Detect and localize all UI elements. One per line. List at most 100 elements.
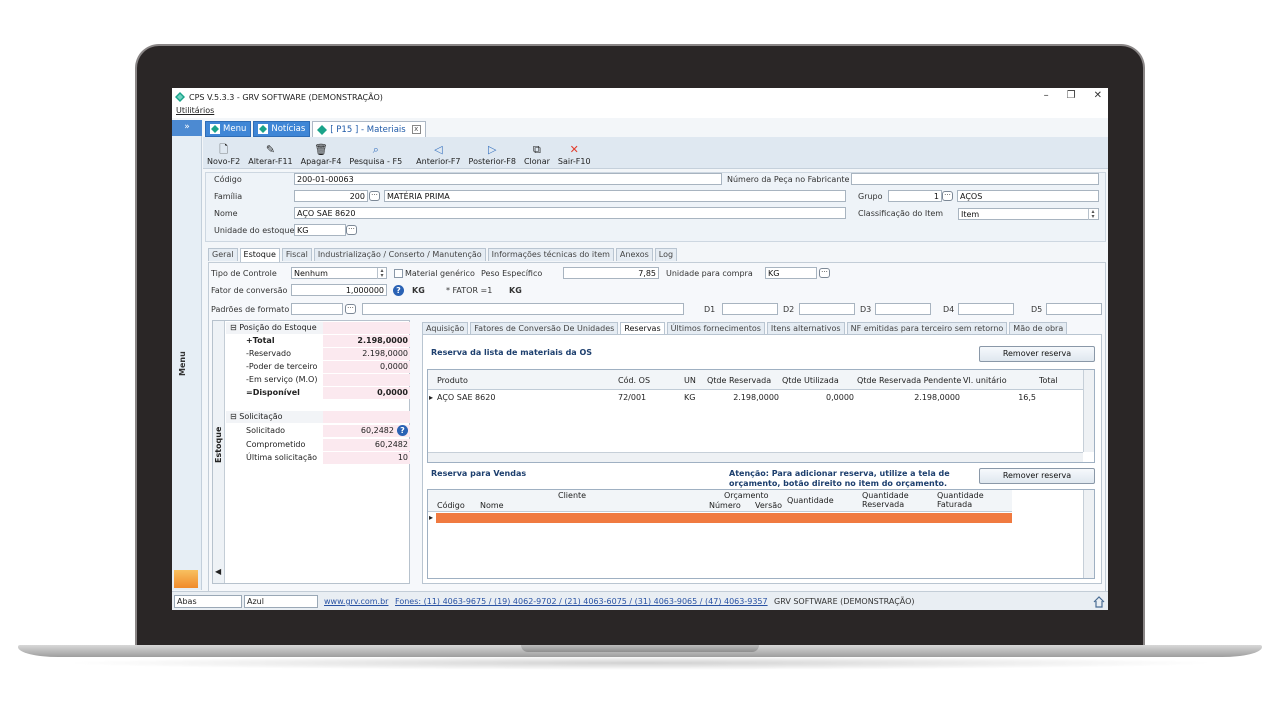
unidade-estoque-field[interactable]: KG — [294, 224, 346, 236]
tab-geral[interactable]: Geral — [208, 248, 238, 261]
classificacao-value: Item — [961, 210, 980, 219]
col-un[interactable]: UN — [684, 376, 696, 385]
col-qtde-pendente[interactable]: Qtde Reservada Pendente — [857, 376, 961, 385]
tab-fiscal[interactable]: Fiscal — [281, 248, 312, 261]
grupo-code-field[interactable]: 1 — [888, 190, 942, 202]
tab-noticias[interactable]: Notícias — [253, 121, 311, 137]
col-qtd-faturada-1[interactable]: Quantidade — [937, 491, 984, 500]
home-icon[interactable] — [1093, 596, 1105, 608]
tab-anexos[interactable]: Anexos — [615, 248, 653, 261]
col-orcamento[interactable]: Orçamento — [724, 491, 769, 500]
menu-utilitarios[interactable]: Utilitários — [176, 106, 214, 115]
padroes-lookup-button[interactable]: ··· — [345, 304, 356, 314]
col-quantidade[interactable]: Quantidade — [787, 496, 834, 505]
classificacao-spin-icon[interactable]: ▴ ▾ — [1088, 209, 1097, 220]
col-cliente[interactable]: Cliente — [558, 491, 586, 500]
tab-industrializacao[interactable]: Industrialização / Conserto / Manutenção — [313, 248, 486, 261]
tab-estoque[interactable]: Estoque — [239, 248, 280, 262]
site-link[interactable]: www.grv.com.br — [324, 597, 388, 606]
edit-button[interactable]: ✎ Alterar-F11 — [248, 143, 292, 166]
tab-menu[interactable]: Menu — [205, 121, 252, 137]
unidade-compra-field[interactable]: KG — [765, 267, 817, 279]
unidade-lookup-button[interactable]: ··· — [346, 225, 357, 235]
tab-itens-alternativos[interactable]: Itens alternativos — [766, 322, 845, 334]
clone-button[interactable]: ⧉ Clonar — [524, 143, 550, 166]
tema-select[interactable]: Azul — [244, 595, 318, 608]
d1-field[interactable] — [722, 303, 778, 315]
material-generico-label: Material genérico — [405, 269, 475, 278]
col-qtde-utilizada[interactable]: Qtde Utilizada — [782, 376, 839, 385]
col-qtd-reservada-1[interactable]: Quantidade — [862, 491, 909, 500]
help-icon[interactable]: ? — [397, 425, 408, 436]
side-menu-label[interactable]: Menu — [178, 351, 187, 376]
table-row[interactable]: ▸ AÇO SAE 8620 72/001 KG 2.198,0000 0,00… — [428, 392, 1083, 404]
exit-button[interactable]: ✕ Sair-F10 — [558, 143, 591, 166]
col-total[interactable]: Total — [1039, 376, 1058, 385]
close-window-button[interactable]: ✕ — [1094, 90, 1102, 101]
col-vl-unitario[interactable]: Vl. unitário — [963, 376, 1007, 385]
solicitacao-header[interactable]: ⊟ Solicitação — [226, 411, 410, 423]
unidade-compra-lookup-button[interactable]: ··· — [819, 268, 830, 278]
new-button[interactable]: 🗋 Novo-F2 — [207, 143, 240, 166]
remover-reserva-os-button[interactable]: Remover reserva — [979, 346, 1095, 362]
d3-field[interactable] — [875, 303, 931, 315]
tipo-controle-spin-icon[interactable]: ▴ ▾ — [377, 268, 386, 279]
tab-materiais[interactable]: [ P15 ] - Materiais x — [312, 121, 426, 137]
d4-field[interactable] — [958, 303, 1014, 315]
codigo-field[interactable]: 200-01-00063 — [294, 173, 722, 185]
tab-log[interactable]: Log — [654, 248, 678, 261]
help-icon[interactable]: ? — [393, 285, 404, 296]
grid-vertical-scrollbar[interactable] — [1083, 490, 1094, 578]
fator-conversao-field[interactable]: 1,000000 — [291, 284, 387, 296]
col-qtd-reservada-2[interactable]: Reservada — [862, 500, 904, 509]
next-button[interactable]: ▷ Posterior-F8 — [469, 143, 516, 166]
d2-field[interactable] — [799, 303, 855, 315]
col-cod-os[interactable]: Cód. OS — [618, 376, 650, 385]
col-qtd-faturada-2[interactable]: Faturada — [937, 500, 972, 509]
peso-especifico-field[interactable]: 7,85 — [563, 267, 659, 279]
col-produto[interactable]: Produto — [437, 376, 468, 385]
close-tab-icon[interactable]: x — [411, 125, 421, 134]
search-button[interactable]: ⌕ Pesquisa - F5 — [349, 143, 402, 166]
posicao-header[interactable]: ⊟ Posição do Estoque — [226, 322, 410, 334]
familia-code-field[interactable]: 200 — [294, 190, 368, 202]
stock-row-value: 2.198,0000 — [362, 349, 408, 358]
table-row[interactable]: ▸ — [428, 513, 1012, 523]
col-versao[interactable]: Versão — [755, 501, 782, 510]
col-numero[interactable]: Número — [709, 501, 741, 510]
tipo-controle-select[interactable]: Nenhum — [291, 267, 387, 279]
tab-informacoes-tecnicas[interactable]: Informações técnicas do item — [487, 248, 614, 261]
familia-lookup-button[interactable]: ··· — [369, 191, 380, 201]
restore-button[interactable]: ❐ — [1067, 90, 1076, 101]
expand-menu-button[interactable]: » — [172, 120, 202, 136]
familia-name-field[interactable]: MATÉRIA PRIMA — [384, 190, 846, 202]
abas-select[interactable]: Abas — [174, 595, 242, 608]
tab-ultimos-fornecimentos[interactable]: Últimos fornecimentos — [666, 322, 765, 334]
tab-mao-de-obra[interactable]: Mão de obra — [1009, 322, 1068, 334]
col-nome[interactable]: Nome — [480, 501, 504, 510]
grupo-name-field[interactable]: AÇOS — [957, 190, 1099, 202]
remover-reserva-vendas-button[interactable]: Remover reserva — [979, 468, 1095, 484]
tab-aquisicao[interactable]: Aquisição — [422, 322, 469, 334]
previous-button[interactable]: ◁ Anterior-F7 — [416, 143, 460, 166]
collapse-arrow-icon[interactable]: ◀ — [215, 567, 221, 576]
minimize-button[interactable]: – — [1044, 90, 1049, 101]
nome-field[interactable]: AÇO SAE 8620 — [294, 207, 846, 219]
tab-nf-emitidas[interactable]: NF emitidas para terceiro sem retorno — [846, 322, 1008, 334]
delete-button[interactable]: 🗑 Apagar-F4 — [301, 143, 342, 166]
d5-field[interactable] — [1046, 303, 1102, 315]
col-codigo[interactable]: Código — [437, 501, 465, 510]
col-qtde-reservada[interactable]: Qtde Reservada — [707, 376, 771, 385]
grupo-lookup-button[interactable]: ··· — [942, 191, 953, 201]
tab-reservas[interactable]: Reservas — [620, 322, 665, 334]
phones-link[interactable]: Fones: (11) 4063-9675 / (19) 4062-9702 /… — [395, 597, 768, 606]
material-generico-checkbox[interactable] — [394, 269, 403, 278]
padroes-formato-code[interactable] — [291, 303, 343, 315]
solicitacao-row-value: 60,2482 — [360, 426, 394, 435]
tab-fatores-conversao[interactable]: Fatores de Conversão De Unidades — [470, 322, 619, 334]
classificacao-select[interactable]: Item — [958, 208, 1099, 220]
grid-horizontal-scrollbar[interactable] — [428, 452, 1083, 462]
grid-vertical-scrollbar[interactable] — [1083, 370, 1094, 452]
padroes-formato-name[interactable] — [362, 303, 684, 315]
num-fabricante-field[interactable] — [851, 173, 1099, 185]
